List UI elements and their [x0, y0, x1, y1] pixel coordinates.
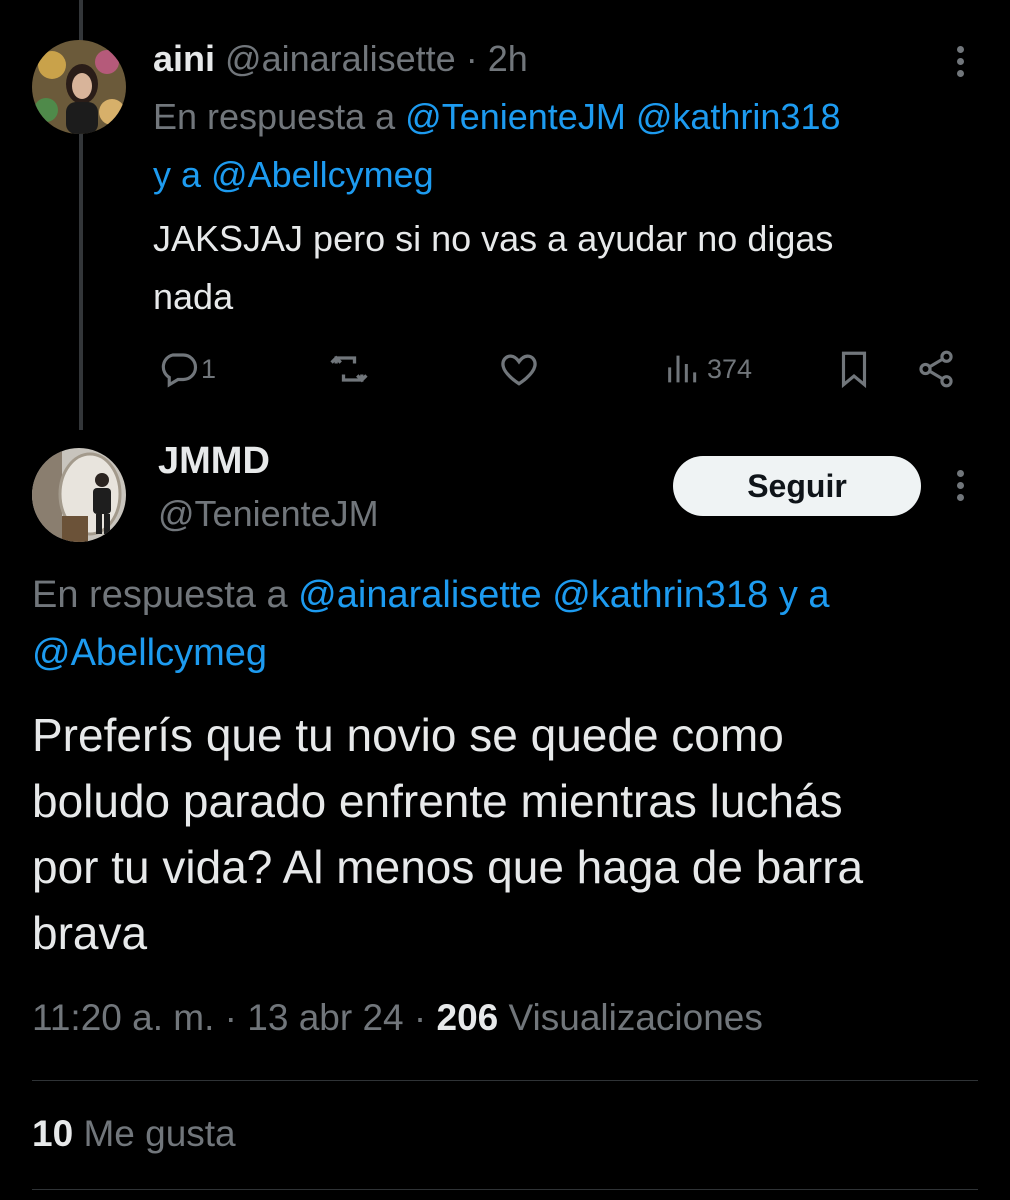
main-display-name[interactable]: JMMD: [158, 440, 270, 483]
divider: [32, 1189, 978, 1190]
reply-handle[interactable]: @ainaralisette: [225, 38, 456, 79]
views-button[interactable]: 374: [663, 342, 752, 396]
main-handle[interactable]: @TenienteJM: [158, 493, 379, 535]
likes-label: Me gusta: [83, 1113, 236, 1154]
meta-separator: ·: [224, 997, 237, 1038]
mention-link[interactable]: @kathrin318: [636, 96, 841, 137]
likes-summary[interactable]: 10 Me gusta: [32, 1113, 236, 1155]
replying-prefix: En respuesta a: [32, 574, 288, 616]
likes-count: 10: [32, 1113, 74, 1154]
tweet-text-line: brava: [32, 907, 148, 959]
views-count: 374: [707, 353, 753, 384]
reply-text-line: nada: [153, 276, 234, 317]
mention-link[interactable]: @Abellcymeg: [32, 632, 267, 674]
reply-tweet-header: aini @ainaralisette · 2h: [153, 38, 528, 80]
bookmark-button[interactable]: [833, 342, 875, 396]
replying-prefix: En respuesta a: [153, 96, 396, 137]
reply-display-name[interactable]: aini: [153, 38, 215, 79]
reply-text-line: JAKSJAJ pero si no vas a ayudar no digas: [153, 218, 834, 259]
retweet-icon: [330, 355, 368, 383]
views-count: 206: [436, 997, 499, 1038]
more-icon[interactable]: [954, 46, 966, 82]
avatar-jmmd[interactable]: [32, 448, 126, 542]
meta-separator: ·: [413, 997, 427, 1038]
tweet-text-line: Preferís que tu novio se quede como: [32, 709, 784, 761]
tweet-date[interactable]: 13 abr 24: [247, 997, 403, 1038]
views-icon: [668, 355, 697, 383]
header-separator: ·: [465, 38, 478, 79]
share-icon: [919, 350, 953, 388]
replying-join: y a: [778, 574, 830, 616]
reply-tweet-text: JAKSJAJ pero si no vas a ayudar no digas…: [153, 210, 973, 326]
share-button[interactable]: [915, 342, 957, 396]
mention-link[interactable]: @kathrin318: [552, 574, 768, 616]
divider: [32, 1080, 978, 1081]
main-tweet-text: Preferís que tu novio se quede como bolu…: [32, 702, 992, 966]
follow-button[interactable]: Seguir: [673, 456, 921, 516]
views-label: Visualizaciones: [508, 997, 763, 1038]
reply-button[interactable]: 1: [157, 342, 216, 396]
more-icon[interactable]: [954, 470, 966, 506]
reply-count: 1: [201, 353, 217, 384]
tweet-time[interactable]: 11:20 a. m.: [32, 997, 214, 1038]
avatar-aini[interactable]: [32, 40, 126, 134]
like-icon: [501, 354, 537, 386]
tweet-text-line: por tu vida? Al menos que haga de barra: [32, 841, 864, 893]
mention-link[interactable]: @ainaralisette: [298, 574, 541, 616]
reply-action-bar: 1 374: [153, 342, 973, 396]
tweet-meta: 11:20 a. m. · 13 abr 24 · 206 Visualizac…: [32, 997, 763, 1039]
reply-icon: [161, 353, 198, 388]
tweet-text-line: boludo parado enfrente mientras luchás: [32, 775, 843, 827]
retweet-button[interactable]: [327, 342, 371, 396]
like-button[interactable]: [497, 342, 541, 396]
reply-replying-to: En respuesta a @TenienteJM @kathrin318 y…: [153, 88, 993, 204]
main-replying-to: En respuesta a @ainaralisette @kathrin31…: [32, 566, 982, 682]
bookmark-icon: [841, 351, 867, 389]
reply-time[interactable]: 2h: [488, 38, 528, 79]
mention-link[interactable]: @TenienteJM: [405, 96, 626, 137]
replying-join: y a: [153, 154, 202, 195]
mention-link[interactable]: @Abellcymeg: [211, 154, 434, 195]
